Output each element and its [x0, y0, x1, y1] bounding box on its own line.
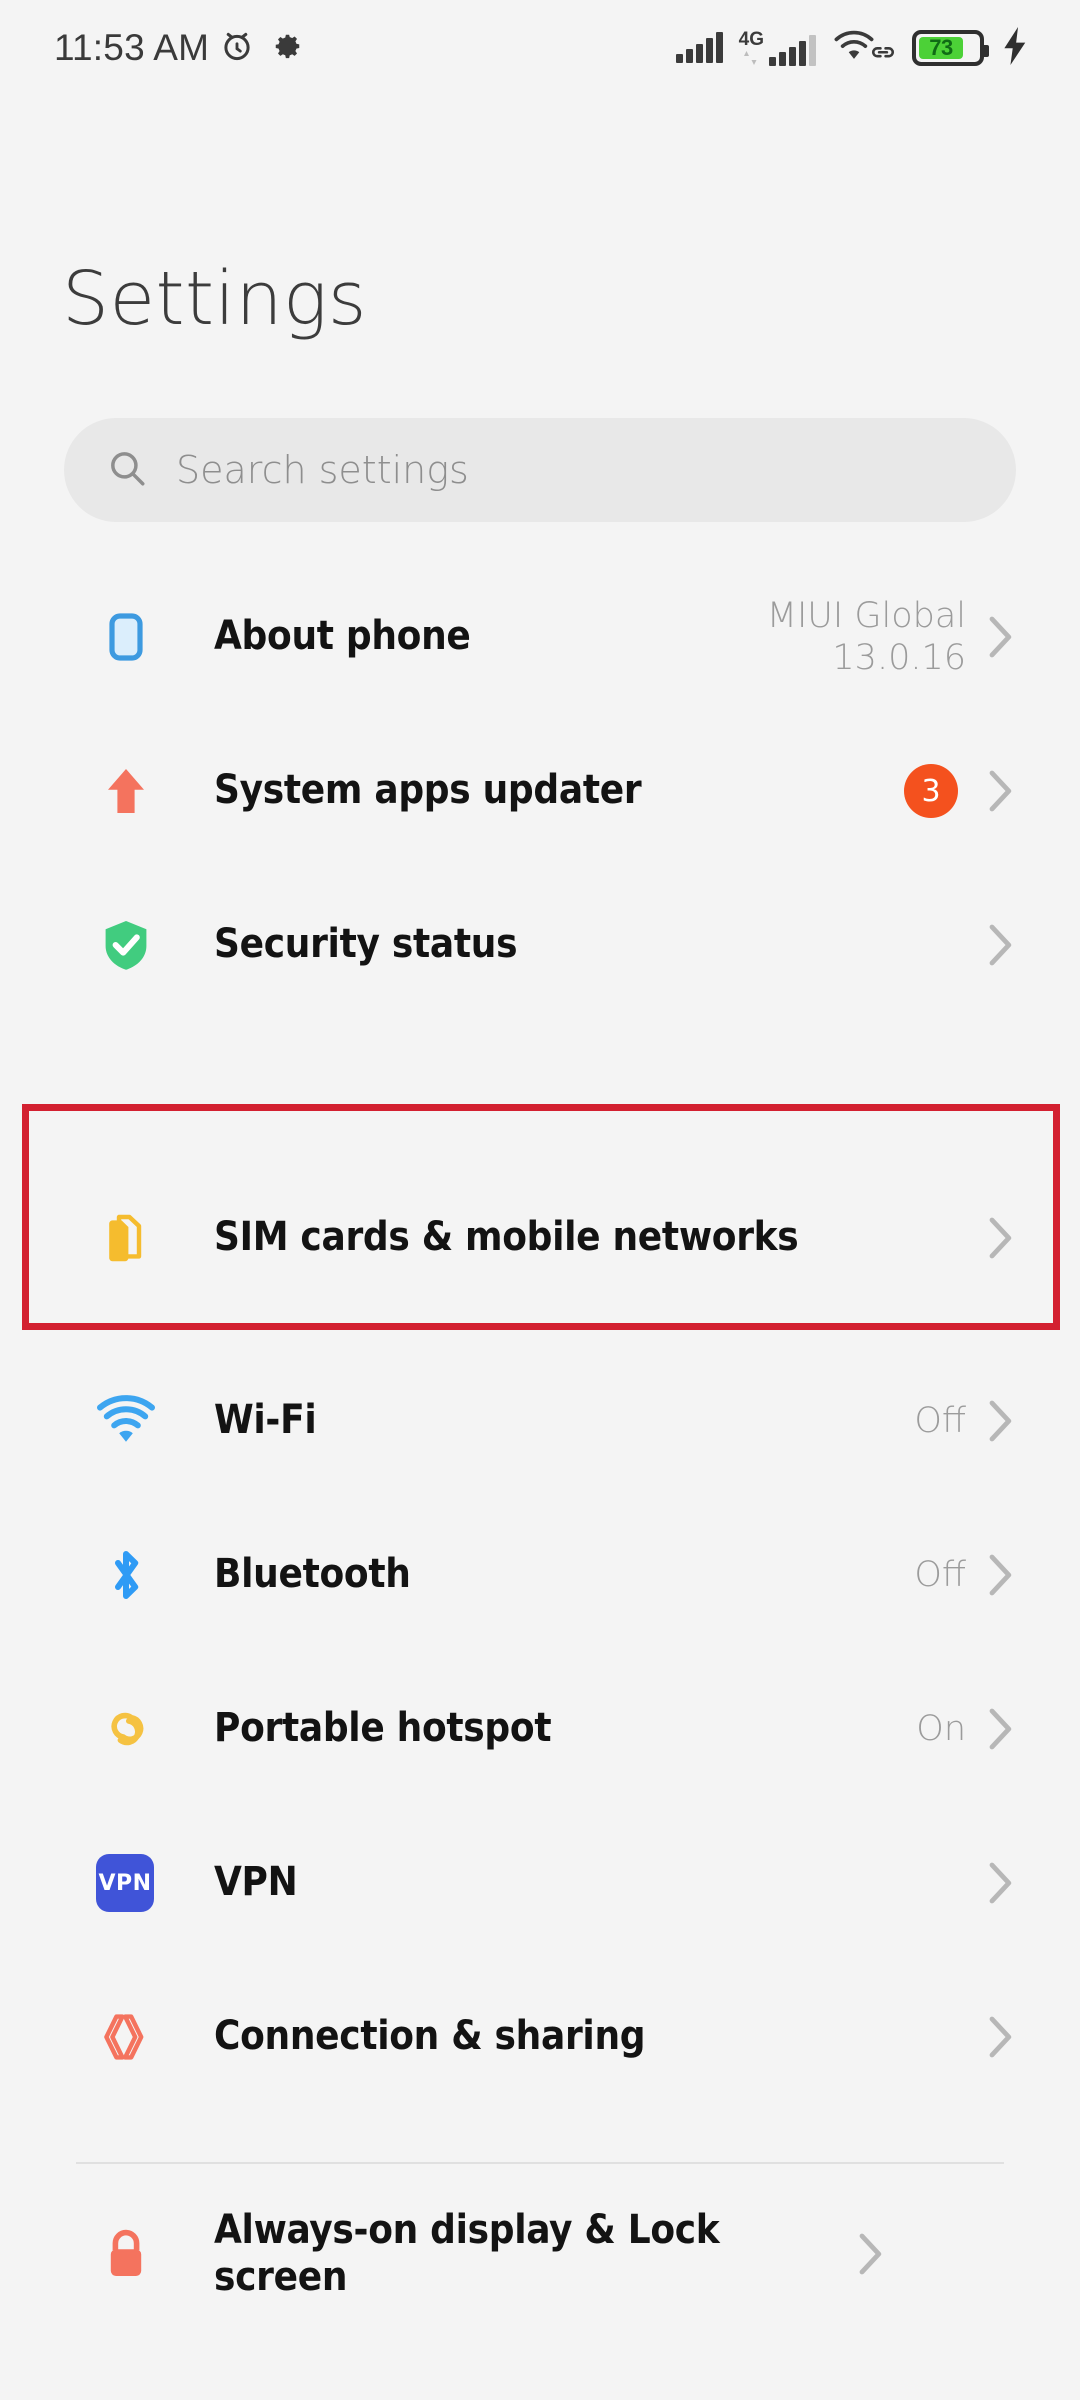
- list-item-label: System apps updater: [214, 767, 642, 814]
- network-type-group: 4G: [739, 30, 764, 66]
- lightning-bolt-icon: [1000, 26, 1030, 70]
- page-title: Settings: [62, 256, 367, 342]
- alarm-clock-icon: [219, 28, 255, 69]
- status-bar: 11:53 AM 4G 73: [0, 0, 1080, 96]
- list-item-label: VPN: [214, 1859, 298, 1906]
- hotspot-icon: [96, 1699, 172, 1759]
- list-item-about-phone[interactable]: About phone MIUI Global 13.0.16: [0, 560, 1080, 714]
- list-item-connection-sharing[interactable]: Connection & sharing: [0, 1960, 1080, 2114]
- settings-screen: 11:53 AM 4G 73 Settings Search settings …: [0, 0, 1080, 2400]
- list-item-value: Off: [914, 1555, 966, 1595]
- signal-bars-icon-2: [769, 35, 816, 66]
- list-item-value: MIUI Global 13.0.16: [766, 596, 966, 678]
- list-item-vpn[interactable]: VPN VPN: [0, 1806, 1080, 1960]
- list-item-bluetooth[interactable]: Bluetooth Off: [0, 1498, 1080, 1652]
- battery-fill: 73: [919, 35, 964, 60]
- up-arrow-icon: [96, 761, 172, 821]
- lock-icon: [96, 2224, 172, 2284]
- chevron-right-icon: [984, 1707, 1018, 1751]
- phone-outline-icon: [96, 607, 172, 667]
- list-item-wifi[interactable]: Wi-Fi Off: [0, 1344, 1080, 1498]
- search-input[interactable]: Search settings: [64, 418, 1016, 522]
- chevron-right-icon: [984, 1553, 1018, 1597]
- wifi-icon: [96, 1395, 172, 1447]
- list-item-security-status[interactable]: Security status: [0, 868, 1080, 1022]
- list-item-sim-cards-mobile-networks[interactable]: SIM cards & mobile networks: [0, 1132, 1080, 1344]
- bluetooth-icon: [96, 1545, 172, 1605]
- search-icon: [106, 447, 148, 494]
- chevron-right-icon: [984, 615, 1018, 659]
- battery-icon: 73: [912, 30, 989, 66]
- list-item-value: Off: [914, 1401, 966, 1441]
- mobile-data-indicator: 4G: [739, 30, 816, 66]
- chevron-right-icon: [984, 1216, 1018, 1260]
- settings-list: About phone MIUI Global 13.0.16 System a…: [0, 560, 1080, 2344]
- list-item-system-apps-updater[interactable]: System apps updater 3: [0, 714, 1080, 868]
- search-placeholder: Search settings: [176, 448, 469, 492]
- status-badge: 3: [904, 764, 958, 818]
- pre-divider-gap: [0, 2114, 1080, 2162]
- vpn-icon: VPN: [96, 1854, 172, 1912]
- clock-text: 11:53 AM: [54, 27, 210, 68]
- shield-check-icon: [96, 915, 172, 975]
- chevron-right-icon: [984, 2015, 1018, 2059]
- status-bar-right: 4G 73: [675, 26, 1052, 70]
- list-item-label: About phone: [214, 613, 471, 660]
- chevron-right-icon: [854, 2232, 888, 2276]
- list-item-label: SIM cards & mobile networks: [214, 1214, 799, 1261]
- battery-percent-text: 73: [929, 35, 953, 60]
- connection-sharing-icon: [96, 2007, 172, 2067]
- list-item-always-on-display-lock-screen[interactable]: Always-on display & Lock screen: [0, 2164, 1080, 2344]
- list-item-label: Connection & sharing: [214, 2013, 646, 2060]
- data-arrows-icon: [742, 50, 760, 66]
- gear-icon: [273, 31, 303, 66]
- signal-bars-icon: [675, 32, 723, 63]
- network-type-label: 4G: [738, 29, 764, 50]
- list-item-portable-hotspot[interactable]: Portable hotspot On: [0, 1652, 1080, 1806]
- link-icon: [870, 41, 896, 68]
- chevron-right-icon: [984, 923, 1018, 967]
- sim-card-icon: [96, 1208, 172, 1268]
- list-item-label: Bluetooth: [214, 1551, 411, 1598]
- chevron-right-icon: [984, 1861, 1018, 1905]
- chevron-right-icon: [984, 1399, 1018, 1443]
- list-item-label: Security status: [214, 921, 518, 968]
- list-item-value: On: [916, 1709, 966, 1749]
- list-item-label: Wi-Fi: [214, 1397, 317, 1444]
- chevron-right-icon: [984, 769, 1018, 813]
- list-item-label: Always-on display & Lock screen: [214, 2206, 720, 2300]
- status-bar-left: 11:53 AM: [54, 27, 303, 69]
- list-item-label: Portable hotspot: [214, 1705, 552, 1752]
- vpn-icon-label: VPN: [96, 1854, 154, 1912]
